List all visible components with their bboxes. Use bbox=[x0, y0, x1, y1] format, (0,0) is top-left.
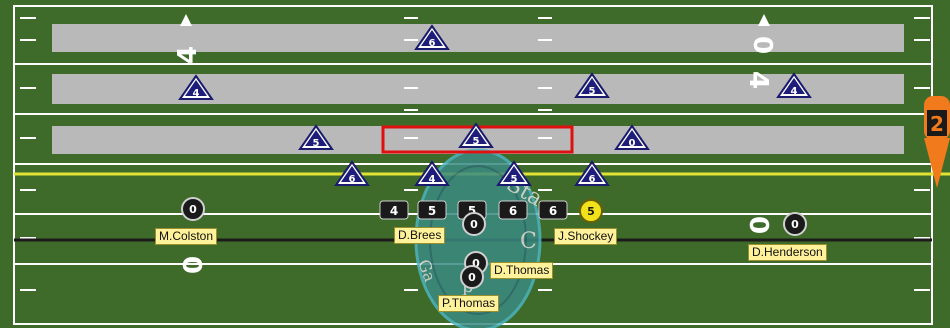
offense-player-icon[interactable]: 0 bbox=[783, 212, 807, 236]
yard-number: 0 bbox=[743, 216, 773, 234]
down-number: 2 bbox=[930, 112, 944, 136]
lineman-number: 5 bbox=[428, 204, 436, 218]
defender-number: 0 bbox=[629, 138, 636, 149]
lineman-number: 6 bbox=[509, 204, 517, 218]
lineman-number: 4 bbox=[390, 204, 398, 218]
yard-number: 0 bbox=[179, 256, 209, 274]
lineman-icon[interactable]: 6 bbox=[538, 200, 568, 220]
player-label[interactable]: J.Shockey bbox=[554, 228, 618, 245]
defender-number: 5 bbox=[511, 174, 518, 185]
defender-number: 6 bbox=[589, 174, 596, 185]
lineman-icon[interactable]: 4 bbox=[379, 200, 409, 220]
offense-player-icon[interactable]: 0 bbox=[462, 212, 486, 236]
logo-text: C bbox=[520, 229, 537, 254]
player-label[interactable]: P.Thomas bbox=[438, 295, 500, 312]
defender-number: 6 bbox=[349, 174, 356, 185]
defender-number: 4 bbox=[791, 86, 798, 97]
yard-number: 4 bbox=[743, 71, 773, 89]
lineman-number: 6 bbox=[549, 204, 557, 218]
defender-number: 4 bbox=[429, 174, 436, 185]
player-number: 0 bbox=[470, 218, 478, 231]
player-label[interactable]: D.Brees bbox=[394, 227, 446, 244]
player-number: 0 bbox=[791, 218, 799, 231]
offense-player-icon[interactable]: 0 bbox=[460, 265, 484, 289]
player-number: 0 bbox=[468, 271, 476, 284]
player-number: 5 bbox=[587, 205, 595, 218]
defender-number: 6 bbox=[429, 38, 436, 49]
player-label[interactable]: D.Thomas bbox=[490, 262, 554, 279]
player-label[interactable]: M.Colston bbox=[155, 228, 218, 245]
player-number: 0 bbox=[189, 203, 197, 216]
defender-number: 4 bbox=[193, 88, 200, 99]
offense-player-icon[interactable]: 0 bbox=[181, 197, 205, 221]
yard-number: 4 bbox=[173, 46, 203, 64]
defender-number: 5 bbox=[313, 138, 320, 149]
player-label[interactable]: D.Henderson bbox=[748, 244, 827, 261]
yard-number: 0 bbox=[747, 36, 777, 54]
lineman-icon[interactable]: 5 bbox=[417, 200, 447, 220]
lineman-icon[interactable]: 6 bbox=[498, 200, 528, 220]
football-field: Sta Ga C p 4 0 4 0 0 64545506456 45566 0… bbox=[0, 0, 950, 328]
offense-player-icon[interactable]: 5 bbox=[579, 199, 603, 223]
defender-number: 5 bbox=[473, 136, 480, 147]
defender-number: 5 bbox=[589, 86, 596, 97]
